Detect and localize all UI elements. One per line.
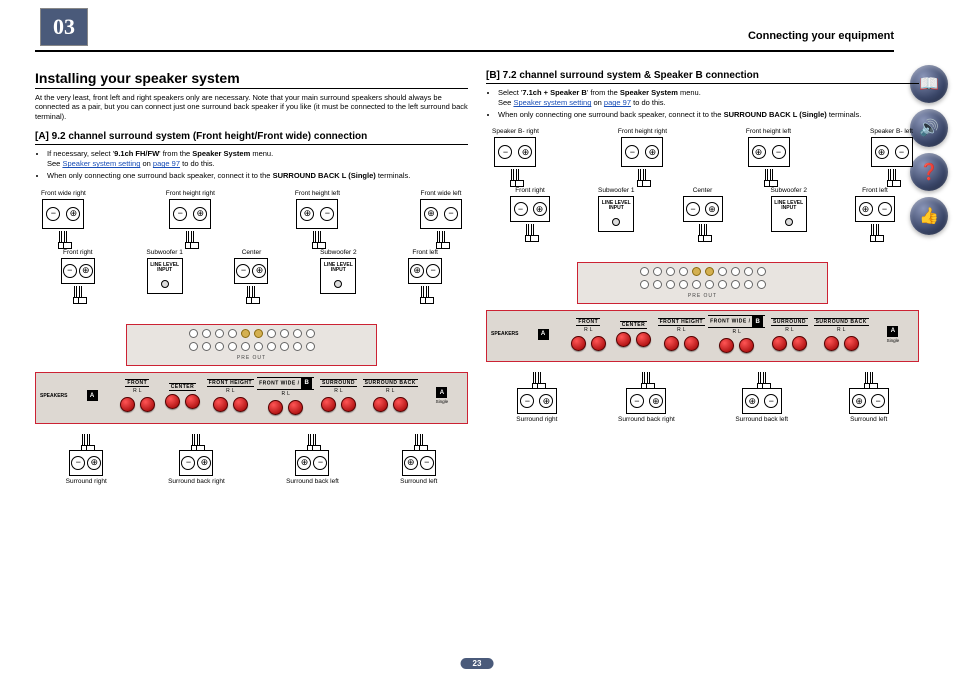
page-97-link-b[interactable]: page 97 — [604, 98, 631, 107]
speaker-terminal-panel-a: SPEAKERS A FRONTRL CENTER FRONT HEIGHTRL… — [35, 372, 468, 424]
speaker-terminal-panel-b: SPEAKERS A FRONTRL CENTER FRONT HEIGHTRL… — [486, 310, 919, 362]
diagram-b: Speaker B- right−⊕ Front height right−⊕ … — [486, 128, 919, 548]
section-b-bullets: Select '7.1ch + Speaker B' from the Spea… — [486, 88, 919, 120]
preout-panel-b: PRE OUT — [577, 262, 828, 304]
section-a-heading: [A] 9.2 channel surround system (Front h… — [35, 131, 468, 145]
speaker-system-setting-link-b[interactable]: Speaker system setting — [513, 98, 591, 107]
page-number: 23 — [461, 658, 494, 669]
preout-panel: PRE OUT — [126, 324, 377, 366]
main-heading: Installing your speaker system — [35, 70, 468, 89]
section-a-bullets: If necessary, select '9.1ch FH/FW' from … — [35, 149, 468, 181]
left-column: Installing your speaker system At the ve… — [35, 20, 468, 610]
right-column: [B] 7.2 channel surround system & Speake… — [486, 20, 919, 610]
speaker-system-setting-link[interactable]: Speaker system setting — [62, 159, 140, 168]
section-b-heading: [B] 7.2 channel surround system & Speake… — [486, 70, 919, 84]
page-97-link[interactable]: page 97 — [153, 159, 180, 168]
diagram-a: Front wide right−⊕ Front height right−⊕ … — [35, 190, 468, 610]
intro-text: At the very least, front left and right … — [35, 93, 468, 121]
